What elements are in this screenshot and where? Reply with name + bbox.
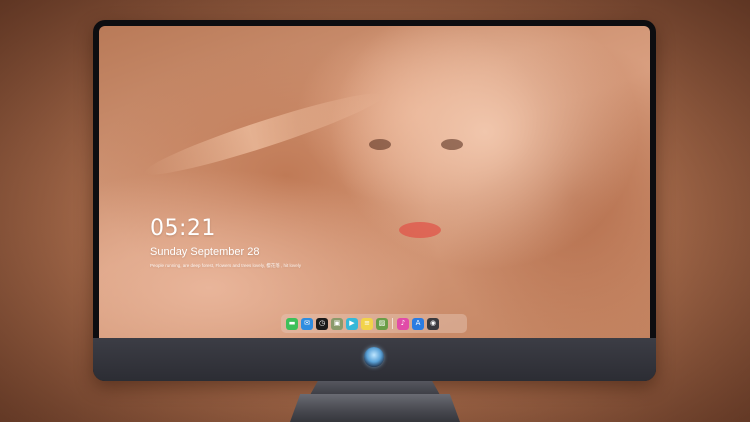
clock-quote: People running, are deep forest, Flowers… [150,263,301,268]
clock-icon[interactable]: ◷ [316,317,328,330]
clock-time: 05:21 [150,216,216,241]
video-icon[interactable]: ▶ [346,317,358,330]
clock-widget: 05:21 Sunday September 28 People running… [150,216,301,269]
mail-icon[interactable]: ✉ [301,317,313,330]
monitor-chin [93,338,656,381]
dock-separator [392,318,393,329]
camera-icon[interactable]: ◉ [427,317,439,330]
monitor: 05:21 Sunday September 28 People running… [93,20,656,381]
wallpaper-hair-highlight [141,83,387,185]
music-icon[interactable]: ♪ [397,317,409,330]
photo-viewer-icon[interactable]: ▣ [331,317,343,330]
app-store-icon[interactable]: A [412,317,424,330]
clock-date: Sunday September 28 [150,246,260,258]
logo-icon [364,347,384,367]
wallpaper-lips [399,222,441,238]
gallery-icon[interactable]: ▨ [376,317,388,330]
dock: ▬ ✉ ◷ ▣ ▶ ≡ ▨ ♪ A ◉ [281,314,467,333]
lockscreen[interactable]: 05:21 Sunday September 28 People running… [99,26,650,338]
notes-icon[interactable]: ≡ [361,317,373,330]
messages-icon[interactable]: ▬ [286,317,298,330]
wallpaper-eyes [361,139,471,153]
monitor-stand-base [290,394,460,422]
monitor-stand-neck [310,381,440,395]
